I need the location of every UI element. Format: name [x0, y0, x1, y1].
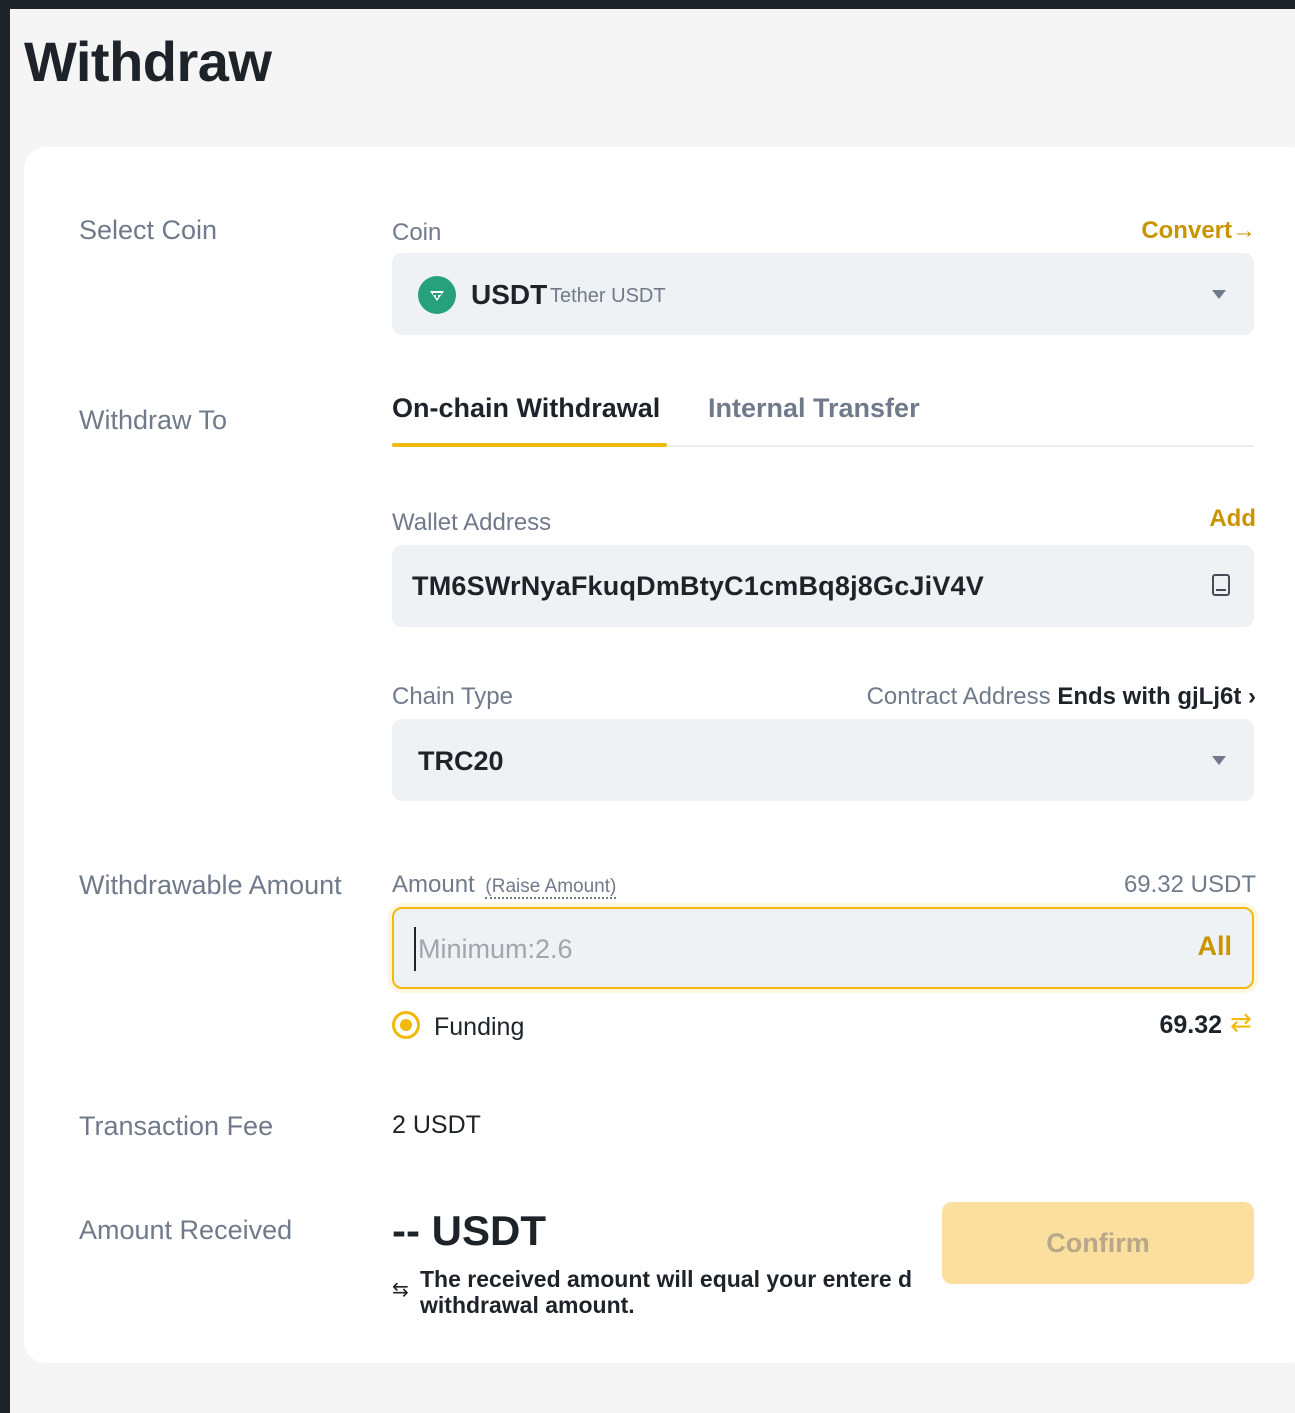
coin-name: Tether USDT: [550, 285, 666, 307]
funding-balance: 69.32: [1159, 1011, 1222, 1039]
all-button[interactable]: All: [1197, 931, 1232, 962]
transaction-fee-label: Transaction Fee: [79, 1111, 274, 1141]
withdraw-form-card: Select Coin Coin Convert→ USDT Tether US…: [24, 147, 1295, 1363]
confirm-button[interactable]: Confirm: [942, 1202, 1254, 1284]
amount-label-group: Amount (Raise Amount): [392, 871, 617, 899]
funding-radio[interactable]: [392, 1011, 420, 1039]
coin-field-label: Coin: [392, 219, 442, 246]
raise-amount-link[interactable]: (Raise Amount): [485, 876, 617, 899]
available-balance: 69.32 USDT: [1123, 871, 1256, 898]
coin-symbol: USDT: [471, 279, 548, 310]
usdt-coin-icon: [418, 276, 456, 314]
wallet-address-label: Wallet Address: [392, 509, 552, 536]
exchange-arrows-icon: ⇆: [392, 1279, 409, 1301]
transaction-fee-value: 2 USDT: [392, 1111, 481, 1139]
page-title: Withdraw: [24, 30, 272, 93]
tab-onchain-withdrawal[interactable]: On-chain Withdrawal: [392, 393, 660, 424]
received-amount-note: The received amount will equal your ente…: [420, 1266, 913, 1318]
withdrawable-amount-label: Withdrawable Amount: [79, 870, 342, 900]
amount-received-label: Amount Received: [79, 1215, 293, 1245]
chain-type-select[interactable]: TRC20: [392, 719, 1254, 801]
tab-internal-transfer[interactable]: Internal Transfer: [708, 393, 920, 424]
amount-label: Amount: [392, 871, 475, 898]
withdraw-to-label: Withdraw To: [79, 405, 228, 435]
chevron-down-icon: [1212, 756, 1226, 765]
amount-received-value: -- USDT: [392, 1207, 546, 1254]
coin-select[interactable]: USDT Tether USDT: [392, 253, 1254, 335]
wallet-address-field[interactable]: TM6SWrNyaFkuqDmBtyC1cmBq8j8GcJiV4V: [392, 545, 1254, 627]
amount-input[interactable]: [414, 927, 1134, 971]
wallet-address-value: TM6SWrNyaFkuqDmBtyC1cmBq8j8GcJiV4V: [412, 571, 984, 601]
active-tab-indicator: [392, 443, 667, 447]
convert-link[interactable]: Convert→: [1141, 217, 1256, 245]
swap-icon[interactable]: ⇄: [1230, 1007, 1252, 1038]
contract-address-label: Contract Address: [866, 683, 1051, 710]
chain-type-label: Chain Type: [392, 683, 513, 710]
contract-address-ending: Ends with gjLj6t: [1057, 683, 1242, 710]
withdraw-page: Withdraw Select Coin Coin Convert→ USDT …: [10, 9, 1295, 1413]
select-coin-label: Select Coin: [79, 215, 218, 245]
chevron-right-icon: ›: [1248, 683, 1256, 710]
funding-account-label: Funding: [434, 1013, 525, 1041]
address-book-icon[interactable]: [1212, 574, 1230, 596]
add-address-link[interactable]: Add: [1209, 505, 1256, 533]
chain-type-value: TRC20: [418, 746, 504, 776]
amount-field[interactable]: All: [392, 907, 1254, 989]
contract-address-link[interactable]: Contract Address Ends with gjLj6t ›: [867, 683, 1256, 711]
chevron-down-icon: [1212, 290, 1226, 299]
